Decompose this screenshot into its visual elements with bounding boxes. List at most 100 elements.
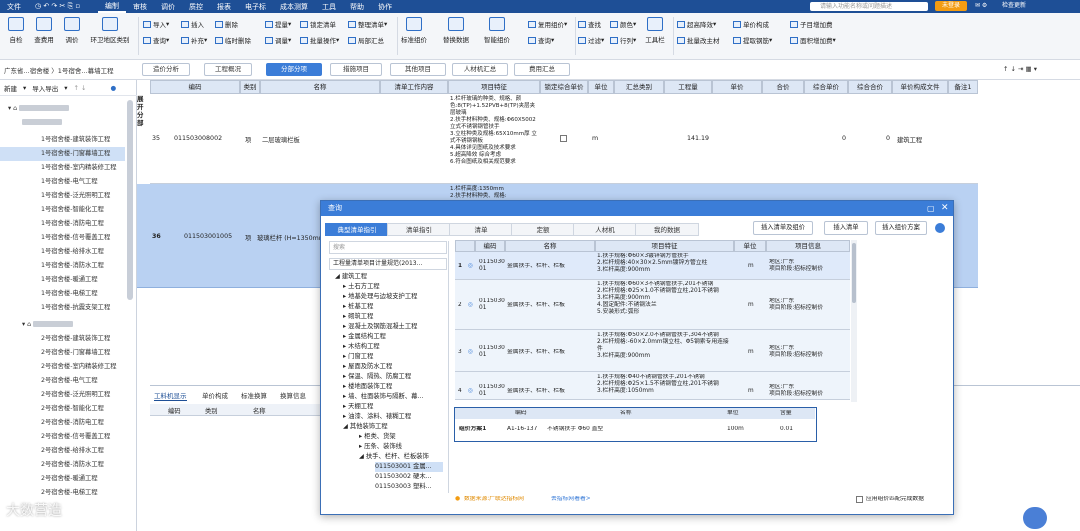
tree-node[interactable]: ▸ 门窗工程 (343, 352, 373, 362)
info-icon[interactable]: ◎ (468, 263, 473, 270)
row-feature[interactable]: 1.栏杆高度:1350mm 2.扶手材料种类、规格: (450, 186, 540, 200)
tab-my-data[interactable]: 我的数据 (635, 223, 699, 236)
local-summary-button[interactable]: 局部汇总 (348, 35, 384, 45)
tree-item[interactable]: 1号宿舍楼-消防电工程 (0, 217, 125, 231)
tree-node[interactable]: ▸ 屋面及防水工程 (343, 362, 392, 372)
nav-arrows-icon[interactable]: ↑ ↓ ⇥ ▦ ▾ (1003, 65, 1037, 73)
info-icon[interactable]: ◎ (468, 349, 473, 356)
tree-item[interactable]: 2号宿舍楼-消防电工程 (0, 416, 125, 430)
sub-item-fee-button[interactable]: 子目增加费 (790, 19, 833, 29)
filter-button[interactable]: 过滤 ▾ (578, 35, 604, 45)
region-category-button[interactable]: 环卫地区类别 (86, 17, 134, 44)
tree-node[interactable]: ▸ 地基处理与边坡支护工程 (343, 292, 417, 302)
lock-list-button[interactable]: 锁定清单 (300, 19, 336, 29)
query2-button[interactable]: 查询 ▾ (528, 35, 554, 45)
adjust-qty-button[interactable]: 调量 ▾ (265, 35, 291, 45)
tree-item[interactable]: 1号宿舍楼-电梯工程 (0, 287, 125, 301)
col-name[interactable]: 名称 (505, 240, 595, 252)
tree-item[interactable]: 2号宿舍楼-建筑装饰工程 (0, 332, 125, 346)
tree-item[interactable]: 2号宿舍楼-智能化工程 (0, 402, 125, 416)
tree-node[interactable]: ▸ 压条、装饰线 (359, 442, 402, 452)
smart-pricing-button[interactable]: 智能组价 (483, 17, 511, 44)
lock-checkbox[interactable] (560, 135, 567, 142)
tree-item[interactable]: 1号宿舍楼-暖通工程 (0, 273, 125, 287)
check-update-button[interactable]: 检查更新 (1002, 1, 1026, 11)
tree-item[interactable]: 2号宿舍楼-电气工程 (0, 374, 125, 388)
notification-icon[interactable]: ✉ ⚙ (975, 1, 987, 11)
col-feature[interactable]: 项目特征 (595, 240, 734, 252)
tree-item[interactable]: 1号宿舍楼-建筑装饰工程 (0, 133, 125, 147)
tab-list[interactable]: 清单 (449, 223, 513, 236)
col-name[interactable]: 名称 (260, 80, 380, 94)
self-check-button[interactable]: 自检 (2, 17, 30, 44)
col-type[interactable]: 类别 (240, 80, 260, 94)
temp-delete-button[interactable]: 临时删除 (215, 35, 251, 45)
tree-item-selected[interactable]: 1号宿舍楼-门窗幕墙工程 (0, 147, 125, 161)
tree-item[interactable]: 1号宿舍楼-消防水工程 (0, 259, 125, 273)
tab-labor-materials[interactable]: 人材机汇总 (452, 63, 508, 76)
col-work-content[interactable]: 清单工作内容 (380, 80, 448, 94)
tree-item[interactable]: 2号宿舍楼-电梯工程 (0, 486, 125, 500)
extract-rebar-button[interactable]: 提取钢筋 ▾ (733, 35, 772, 45)
tree-node[interactable]: ▸ 保温、隔热、防腐工程 (343, 372, 411, 382)
breadcrumb[interactable]: 广东省...宿舍楼 〉1号宿舍...幕墙工程 (4, 65, 114, 75)
tree-item[interactable]: 2号宿舍楼-消防水工程 (0, 458, 125, 472)
col-info[interactable]: 项目信息 (766, 240, 850, 252)
building-2-node[interactable]: ▾ ⌂ (0, 318, 125, 332)
tree-item[interactable]: 1号宿舍楼-室内精装修工程 (0, 161, 125, 175)
col-price-file[interactable]: 单价构成文件 (892, 80, 948, 94)
tree-item[interactable]: 2号宿舍楼-室内精装修工程 (0, 360, 125, 374)
tab-sub-items[interactable]: 分部分项 (266, 63, 322, 76)
col-unit[interactable]: 单位 (588, 80, 614, 94)
tree-node[interactable]: ▸ 天棚工程 (343, 402, 373, 412)
tree-item[interactable]: 2号宿舍楼-暖通工程 (0, 472, 125, 486)
col-composite-price[interactable]: 综合单价 (804, 80, 848, 94)
tree-item[interactable]: 1号宿舍楼-泛光照明工程 (0, 189, 125, 203)
tab-cost-analysis[interactable]: 造价分析 (142, 63, 190, 76)
row-code[interactable]: 011503008002 (174, 135, 222, 142)
insert-button[interactable]: 插入 (181, 19, 204, 29)
menu-gongju[interactable]: 工具 (315, 2, 343, 12)
supplement-button[interactable]: 补充 ▾ (181, 35, 207, 45)
assistant-robot-icon[interactable] (1023, 507, 1047, 529)
tree-item[interactable]: 1号宿舍楼-智能化工程 (0, 203, 125, 217)
help-search-input[interactable]: 请输入功能名称或问题描述 (810, 2, 928, 11)
tree-node[interactable]: ▸ 桩基工程 (343, 302, 373, 312)
close-icon[interactable]: ✕ (941, 203, 949, 213)
menu-bangzhu[interactable]: 帮助 (343, 2, 371, 12)
quick-access-toolbar[interactable]: ◷ ↶ ↷ ✂ ⎘ ▫ (28, 2, 98, 11)
toolbar-button[interactable]: 工具栏 (641, 17, 669, 44)
menu-tiaojia[interactable]: 调价 (154, 2, 182, 12)
row-col-button[interactable]: 行列 ▾ (610, 35, 636, 45)
tab-other-items[interactable]: 其他项目 (390, 63, 446, 76)
tab-fee-summary[interactable]: 费用汇总 (514, 63, 570, 76)
find-button[interactable]: 查找 (578, 19, 601, 29)
tab-price-structure[interactable]: 单价构成 (202, 390, 228, 400)
tree-node[interactable]: ▸ 楼地面装饰工程 (343, 382, 392, 392)
row-feature[interactable]: 1.栏杆玻璃的种类、规格、颜色:8(TP)+1.52PVB+8(TP)夹层夹层玻… (450, 96, 540, 182)
batch-main-material-button[interactable]: 批量改主材 (677, 35, 720, 45)
tree-node[interactable]: 011503003 塑料... (375, 482, 432, 492)
tab-list-guide[interactable]: 清单指引 (387, 223, 451, 236)
tab-typical-list[interactable]: 典型清单指引 (325, 223, 389, 236)
tab-std-convert[interactable]: 标准换算 (241, 390, 267, 400)
query-button[interactable]: 查询 ▾ (143, 35, 169, 45)
tree-node[interactable]: ▸ 金属结构工程 (343, 332, 386, 342)
col-qty[interactable]: 工程量 (664, 80, 712, 94)
menu-xiezuo[interactable]: 协作 (371, 2, 399, 12)
tab-labor-material[interactable]: 人材机 (573, 223, 637, 236)
menu-bianzhi[interactable]: 编制 (98, 1, 126, 13)
col-amount[interactable]: 合价 (762, 80, 804, 94)
info-icon[interactable]: ◎ (468, 302, 473, 309)
row-price-file[interactable]: 建筑工程 (897, 135, 922, 144)
tree-node[interactable]: ◢ 建筑工程 (335, 272, 367, 282)
standard-pricing-button[interactable]: 标准组价 (400, 17, 428, 44)
tree-node[interactable]: ▸ 砌筑工程 (343, 312, 373, 322)
tree-node[interactable]: ▸ 混凝土及钢筋混凝土工程 (343, 322, 417, 332)
indicator-link[interactable]: 去指标网看看> (551, 496, 591, 503)
insert-pricing-scheme-button[interactable]: 插入组价方案 (875, 221, 927, 235)
row-name[interactable]: 二层玻璃栏板 (262, 135, 300, 144)
col-composite-amount[interactable]: 综合合价 (848, 80, 892, 94)
reuse-pricing-button[interactable]: 复用组价 ▾ (528, 19, 567, 29)
tab-measures[interactable]: 措施项目 (330, 63, 382, 76)
